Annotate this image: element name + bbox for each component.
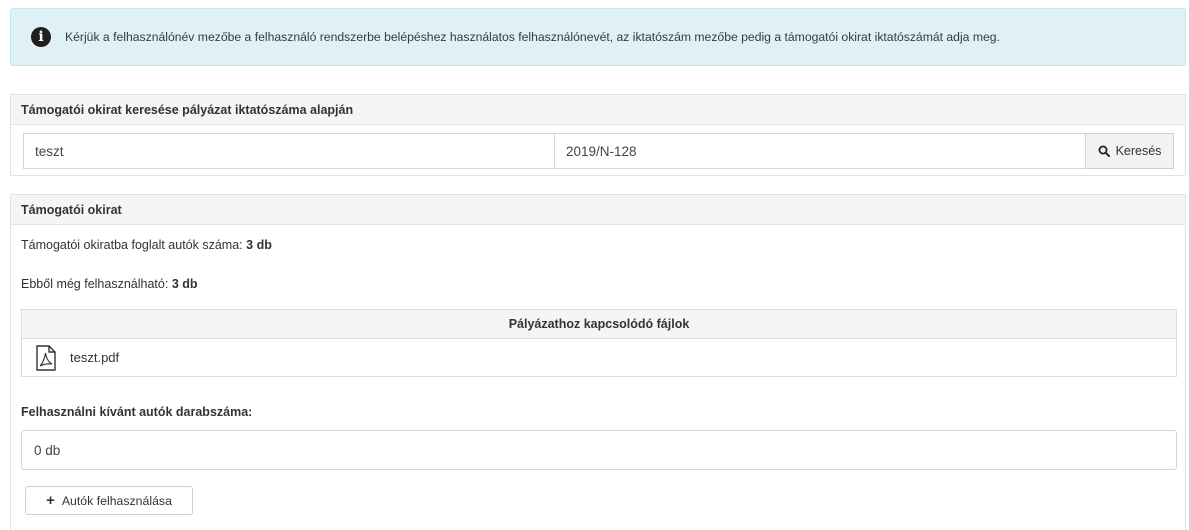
- info-icon: i: [31, 27, 51, 47]
- plus-icon: +: [46, 492, 55, 509]
- username-input[interactable]: teszt: [23, 133, 554, 169]
- use-cars-button[interactable]: + Autók felhasználása: [25, 486, 193, 515]
- use-cars-button-label: Autók felhasználása: [61, 493, 172, 508]
- okirat-panel: Támogatói okirat Támogatói okiratba fogl…: [10, 194, 1186, 530]
- cars-total-label: Támogatói okiratba foglalt autók száma:: [21, 238, 243, 252]
- search-button[interactable]: Keresés: [1086, 133, 1174, 169]
- pdf-file-icon: [36, 344, 56, 371]
- cars-available-line: Ebből még felhasználható: 3 db: [21, 277, 198, 291]
- alert-text: Kérjük a felhasználónév mezőbe a felhasz…: [65, 30, 1000, 44]
- search-panel: Támogatói okirat keresése pályázat iktat…: [10, 94, 1186, 176]
- cars-available-label: Ebből még felhasználható:: [21, 277, 169, 291]
- okirat-panel-heading: Támogatói okirat: [11, 195, 1185, 225]
- cars-total-value: 3 db: [246, 238, 272, 252]
- search-panel-heading: Támogatói okirat keresése pályázat iktat…: [11, 95, 1185, 125]
- search-icon: [1098, 145, 1110, 157]
- files-table: Pályázathoz kapcsolódó fájlok teszt.pdf: [21, 309, 1177, 377]
- info-alert: i Kérjük a felhasználónév mezőbe a felha…: [10, 8, 1186, 66]
- iktatoszam-input[interactable]: 2019/N-128: [554, 133, 1086, 169]
- cars-available-value: 3 db: [171, 277, 198, 291]
- search-button-label: Keresés: [1115, 144, 1162, 158]
- files-table-header: Pályázathoz kapcsolódó fájlok: [22, 310, 1176, 339]
- count-label: Felhasználni kívánt autók darabszáma:: [21, 405, 253, 419]
- search-row: teszt 2019/N-128 Keresés: [23, 133, 1174, 169]
- file-name[interactable]: teszt.pdf: [70, 350, 119, 365]
- cars-total-line: Támogatói okiratba foglalt autók száma: …: [21, 238, 272, 252]
- file-row[interactable]: teszt.pdf: [22, 339, 1176, 376]
- count-input[interactable]: 0 db: [21, 430, 1177, 470]
